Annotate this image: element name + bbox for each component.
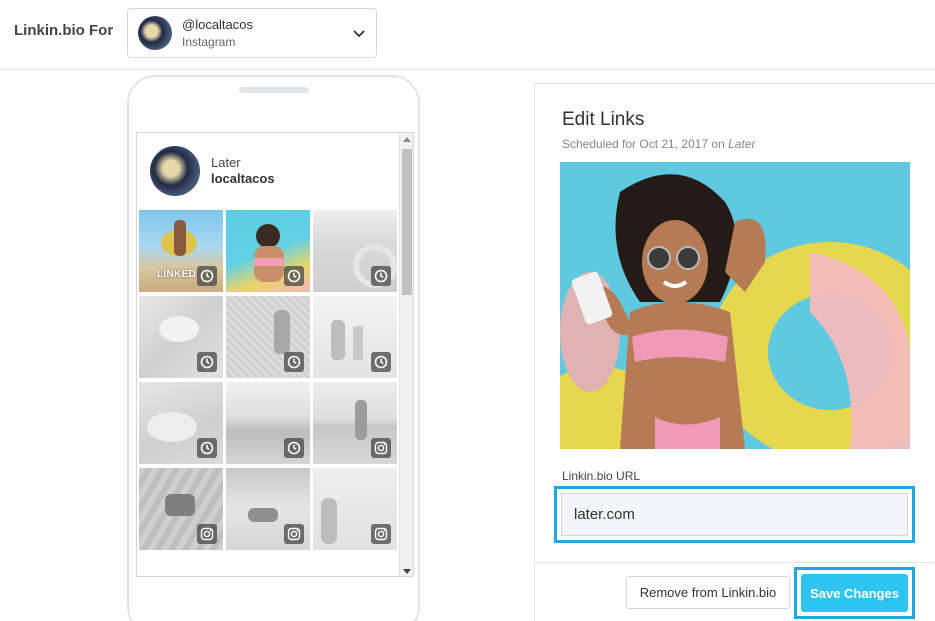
url-field-highlight (554, 486, 915, 543)
phone-screen: Later localtacos LINKED (136, 132, 414, 577)
account-select[interactable]: @localtacos Instagram (127, 8, 377, 58)
panel-divider (535, 562, 935, 563)
scheduled-platform: Later (728, 137, 756, 151)
linked-label: LINKED (157, 269, 197, 280)
linkin-bio-url-input[interactable] (561, 493, 908, 536)
profile-header: Later localtacos (137, 133, 399, 207)
clock-icon (284, 352, 304, 372)
account-platform: Instagram (182, 35, 236, 49)
grid-tile[interactable] (139, 468, 223, 550)
preview-scrollbar[interactable] (399, 133, 413, 576)
grid-tile[interactable] (139, 296, 223, 378)
url-label: Linkin.bio URL (562, 469, 641, 483)
account-handle: @localtacos (182, 17, 254, 32)
grid-tile[interactable] (226, 296, 310, 378)
grid-tile[interactable] (313, 468, 397, 550)
post-image-illustration (560, 162, 910, 449)
instagram-icon (371, 524, 391, 544)
edit-links-panel: Edit Links Scheduled for Oct 21, 2017 on… (534, 83, 935, 621)
grid-tile[interactable] (313, 382, 397, 464)
scheduled-text: Scheduled for Oct 21, 2017 on (562, 137, 729, 151)
chevron-down-icon (353, 30, 365, 38)
clock-icon (197, 352, 217, 372)
profile-name: Later (211, 155, 241, 170)
instagram-icon (284, 524, 304, 544)
grid-tile[interactable] (226, 382, 310, 464)
linkin-bio-for-label: Linkin.bio For (14, 22, 114, 39)
panel-title: Edit Links (562, 109, 645, 130)
save-button-highlight: Save Changes (794, 567, 915, 619)
phone-preview: Later localtacos LINKED (127, 75, 420, 621)
phone-speaker (239, 87, 309, 93)
instagram-icon (371, 438, 391, 458)
grid-tile-selected[interactable] (226, 210, 310, 292)
clock-icon (197, 266, 217, 286)
scheduled-info: Scheduled for Oct 21, 2017 on Later (562, 137, 755, 151)
clock-icon (197, 438, 217, 458)
clock-icon (371, 352, 391, 372)
grid-tile-linked[interactable]: LINKED (139, 210, 223, 292)
grid-tile[interactable] (139, 382, 223, 464)
grid-tile[interactable] (313, 296, 397, 378)
instagram-icon (197, 524, 217, 544)
grid-tile[interactable] (226, 468, 310, 550)
top-bar: Linkin.bio For @localtacos Instagram (0, 0, 935, 70)
clock-icon (284, 438, 304, 458)
grid-tile[interactable] (313, 210, 397, 292)
profile-avatar (150, 146, 200, 196)
save-changes-button[interactable]: Save Changes (801, 574, 908, 612)
scroll-down-arrow-icon[interactable] (403, 569, 411, 574)
remove-from-linkin-bio-button[interactable]: Remove from Linkin.bio (626, 576, 790, 609)
scroll-up-arrow-icon[interactable] (403, 137, 411, 142)
account-avatar (138, 16, 172, 50)
profile-username: localtacos (211, 171, 275, 186)
clock-icon (371, 266, 391, 286)
scroll-thumb[interactable] (402, 149, 412, 295)
clock-icon (284, 266, 304, 286)
post-image (560, 162, 910, 449)
